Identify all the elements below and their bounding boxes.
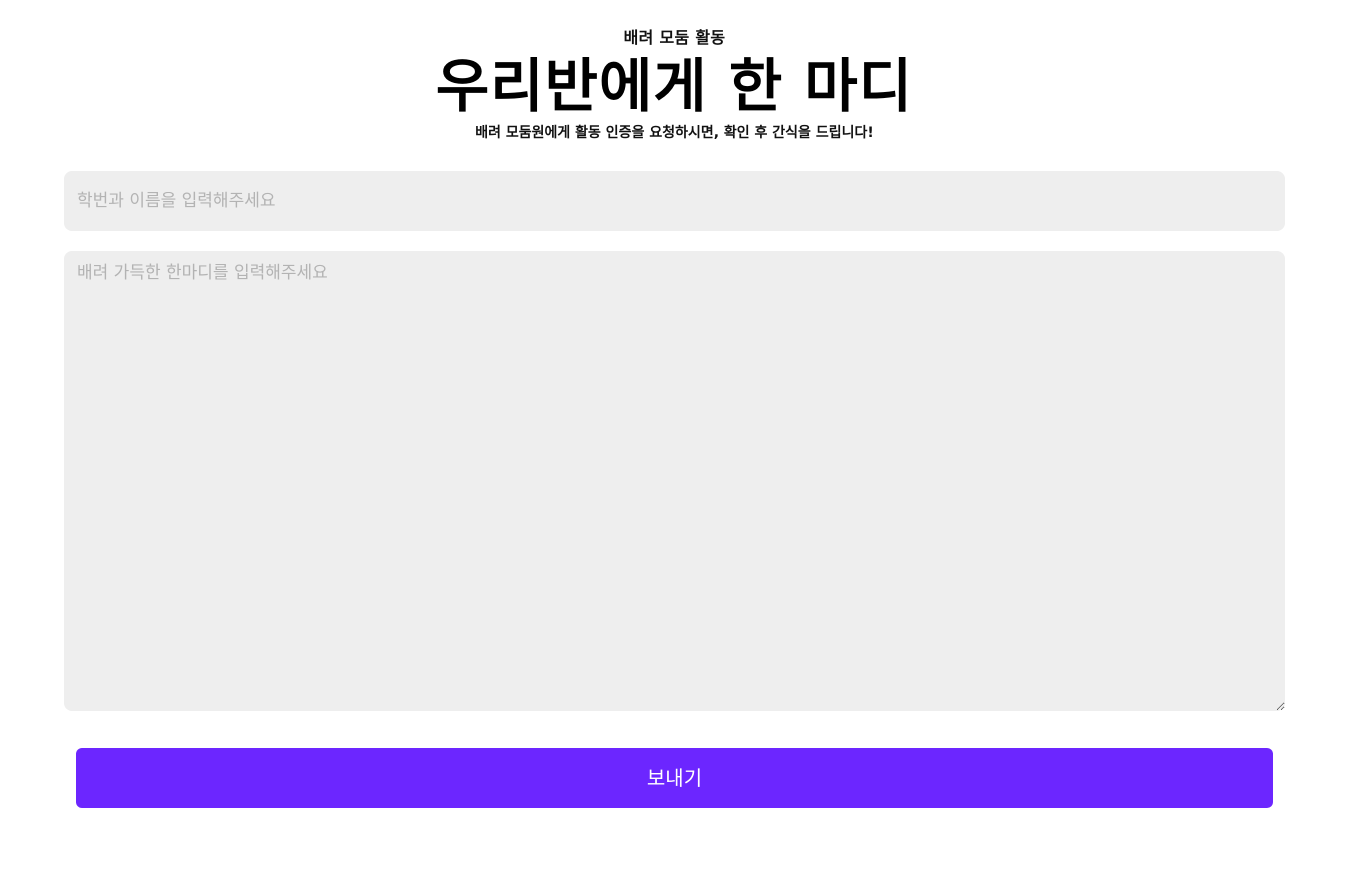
page: 배려 모둠 활동 우리반에게 한 마디 배려 모둠원에게 활동 인증을 요청하시… bbox=[0, 0, 1349, 893]
page-title: 우리반에게 한 마디 bbox=[435, 52, 914, 120]
activity-label: 배려 모둠 활동 bbox=[623, 28, 726, 47]
message-textarea[interactable] bbox=[64, 251, 1285, 711]
page-subtitle: 배려 모둠원에게 활동 인증을 요청하시면, 확인 후 간식을 드립니다! bbox=[475, 125, 874, 141]
student-name-input[interactable] bbox=[64, 171, 1285, 231]
send-button[interactable]: 보내기 bbox=[76, 748, 1273, 808]
